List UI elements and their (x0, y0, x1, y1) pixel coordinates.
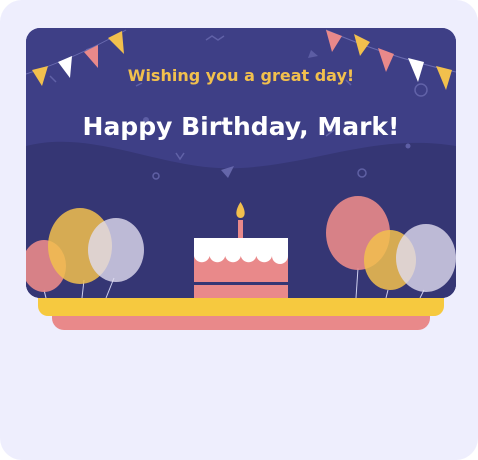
card-subtitle: Wishing you a great day! (127, 66, 355, 85)
card-stack-yellow-layer (38, 296, 444, 316)
card-title: Happy Birthday, Mark! (82, 112, 400, 141)
birthday-card[interactable]: Wishing you a great day! Happy Birthday,… (26, 28, 456, 298)
